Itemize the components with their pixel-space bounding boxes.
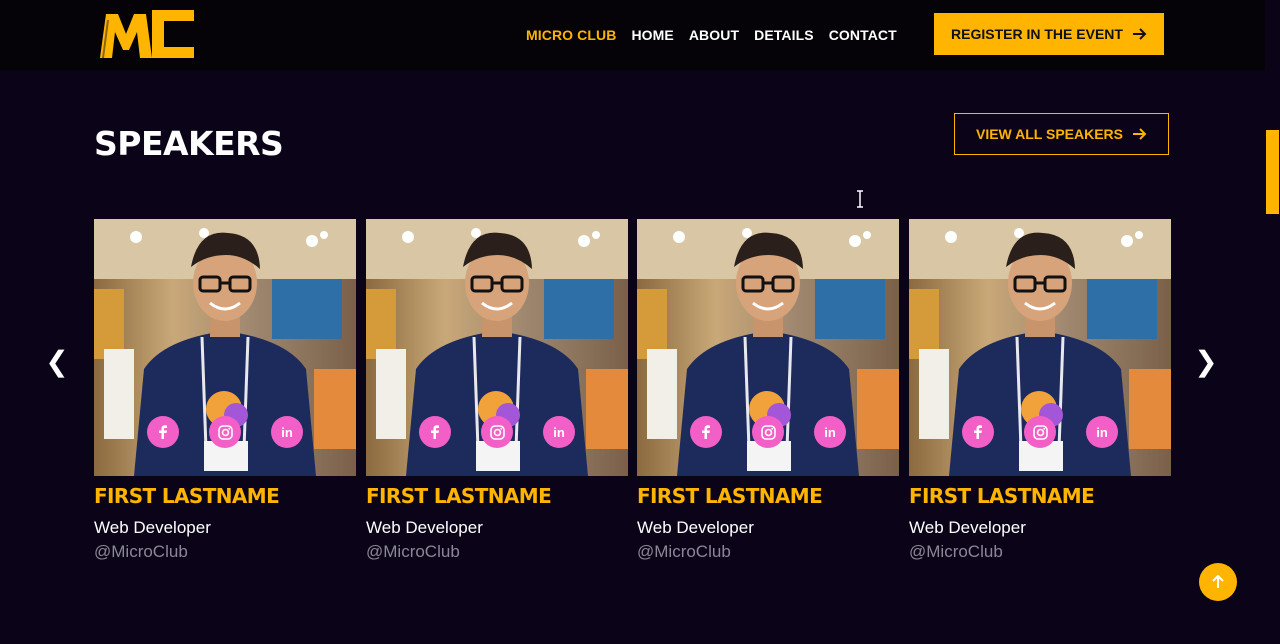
chevron-left-icon: ❮ (45, 344, 69, 378)
social-links: in (366, 416, 628, 448)
linkedin-icon[interactable]: in (271, 416, 303, 448)
register-button[interactable]: REGISTER IN THE EVENT (934, 13, 1164, 55)
scrollbar-thumb[interactable] (1266, 130, 1279, 214)
nav-contact[interactable]: CONTACT (829, 27, 897, 43)
text-cursor-icon (857, 190, 863, 208)
speaker-role: Web Developer (366, 518, 483, 537)
speaker-role: Web Developer (909, 518, 1026, 537)
instagram-icon[interactable] (1024, 416, 1056, 448)
carousel-next-button[interactable]: ❯ (1191, 344, 1221, 378)
site-header: MICRO CLUB HOME ABOUT DETAILS CONTACT RE… (0, 0, 1265, 70)
view-all-speakers-label: VIEW ALL SPEAKERS (975, 126, 1124, 142)
speaker-name: FIRST LASTNAME (909, 484, 1095, 508)
register-button-label: REGISTER IN THE EVENT (951, 26, 1123, 42)
nav-about[interactable]: ABOUT (689, 27, 739, 43)
speaker-card: in FIRST LASTNAME Web Developer @MicroCl… (637, 219, 899, 562)
social-links: in (637, 416, 899, 448)
speaker-photo: in (94, 219, 356, 476)
speaker-handle[interactable]: @MicroClub (94, 542, 356, 562)
speaker-role: Web Developer (94, 518, 211, 537)
facebook-icon[interactable] (962, 416, 994, 448)
speaker-photo: in (909, 219, 1171, 476)
instagram-icon[interactable] (209, 416, 241, 448)
social-links: in (909, 416, 1171, 448)
social-links: in (94, 416, 356, 448)
instagram-icon[interactable] (752, 416, 784, 448)
speaker-handle[interactable]: @MicroClub (366, 542, 628, 562)
speaker-card: in FIRST LASTNAME Web Developer @MicroCl… (909, 219, 1171, 562)
speaker-photo: in (637, 219, 899, 476)
speaker-photo: in (366, 219, 628, 476)
facebook-icon[interactable] (419, 416, 451, 448)
speaker-name: FIRST LASTNAME (94, 484, 280, 508)
speaker-name: FIRST LASTNAME (366, 484, 552, 508)
logo[interactable] (100, 10, 194, 58)
chevron-right-icon: ❯ (1194, 344, 1218, 378)
speaker-handle[interactable]: @MicroClub (909, 542, 1171, 562)
main-nav: MICRO CLUB HOME ABOUT DETAILS CONTACT (526, 0, 897, 70)
linkedin-icon[interactable]: in (543, 416, 575, 448)
linkedin-icon[interactable]: in (1086, 416, 1118, 448)
nav-details[interactable]: DETAILS (754, 27, 814, 43)
linkedin-icon[interactable]: in (814, 416, 846, 448)
speaker-card: in FIRST LASTNAME Web Developer @MicroCl… (366, 219, 628, 562)
arrow-right-icon (1132, 28, 1147, 40)
facebook-icon[interactable] (147, 416, 179, 448)
view-all-speakers-button[interactable]: VIEW ALL SPEAKERS (954, 113, 1169, 155)
section-title: SPEAKERS (94, 124, 284, 163)
speaker-name: FIRST LASTNAME (637, 484, 823, 508)
back-to-top-button[interactable] (1199, 563, 1237, 601)
nav-home[interactable]: HOME (631, 27, 673, 43)
instagram-icon[interactable] (481, 416, 513, 448)
arrow-up-icon (1212, 575, 1224, 588)
speaker-role: Web Developer (637, 518, 754, 537)
speaker-card: in FIRST LASTNAME Web Developer @MicroCl… (94, 219, 356, 562)
arrow-right-icon (1133, 128, 1147, 140)
facebook-icon[interactable] (690, 416, 722, 448)
page: MICRO CLUB HOME ABOUT DETAILS CONTACT RE… (0, 0, 1280, 644)
scrollbar-track[interactable] (1265, 0, 1280, 644)
speaker-handle[interactable]: @MicroClub (637, 542, 899, 562)
nav-micro-club[interactable]: MICRO CLUB (526, 27, 616, 43)
carousel-prev-button[interactable]: ❮ (42, 344, 72, 378)
